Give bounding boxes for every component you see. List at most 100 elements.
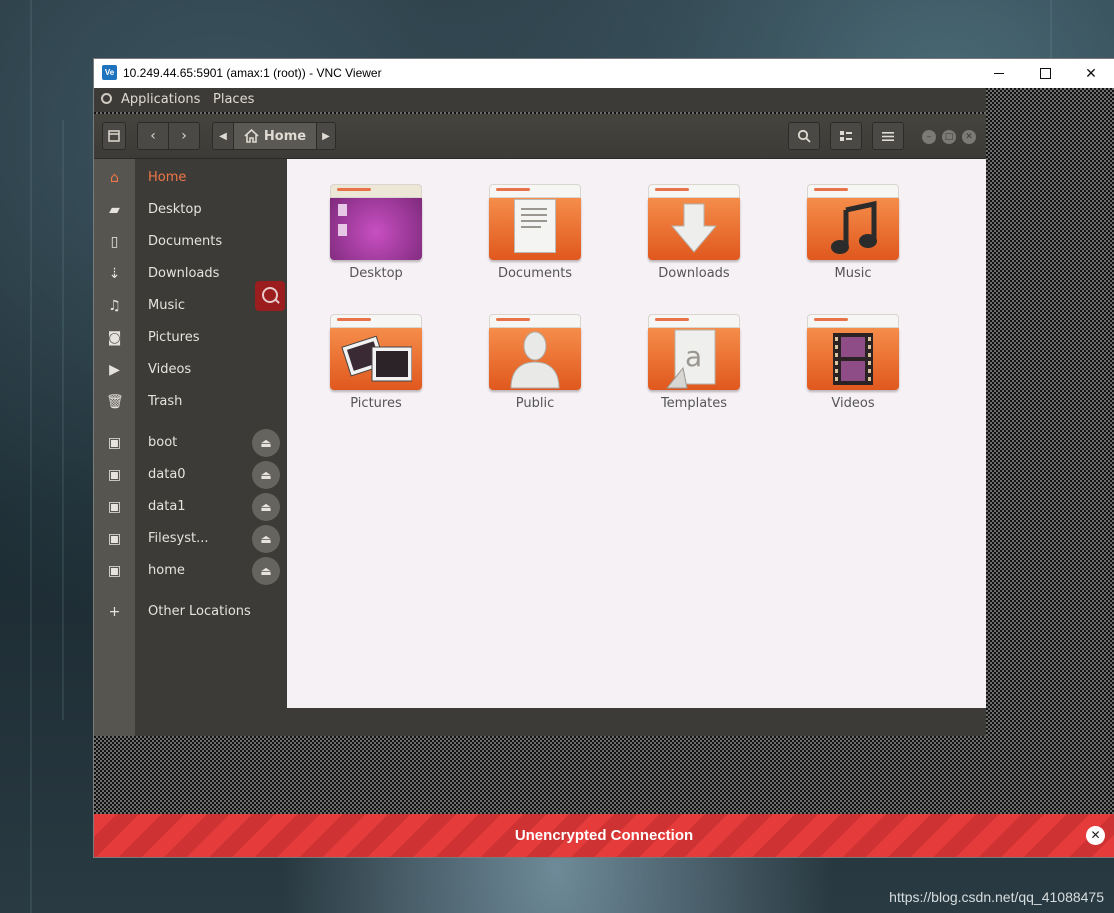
sidebar-item-drive-home[interactable]: ▣ home ⏏ <box>94 555 286 587</box>
sidebar-item-drive-boot[interactable]: ▣ boot ⏏ <box>94 427 286 459</box>
window-title: 10.249.44.65:5901 (amax:1 (root)) - VNC … <box>123 66 382 80</box>
maximize-button[interactable] <box>1022 59 1068 88</box>
minimize-button[interactable] <box>976 59 1022 88</box>
drive-icon: ▣ <box>107 467 122 483</box>
path-scroll-left-button[interactable]: ◀ <box>212 122 234 150</box>
ubuntu-top-panel: Applications Places <box>94 88 986 112</box>
download-icon: ⇣ <box>108 266 121 282</box>
sidebar-item-label: home <box>148 563 185 578</box>
file-name: Pictures <box>350 396 402 411</box>
chevron-right-icon: › <box>181 128 187 144</box>
list-view-icon <box>840 131 852 141</box>
sidebar-item-label: Documents <box>148 234 223 249</box>
sidebar-item-label: Trash <box>148 394 183 409</box>
search-button[interactable] <box>788 122 820 150</box>
eject-button[interactable]: ⏏ <box>252 493 280 521</box>
file-name: Desktop <box>349 266 403 281</box>
view-options-button[interactable] <box>830 122 862 150</box>
file-item-music[interactable]: Music <box>798 184 908 304</box>
file-name: Downloads <box>658 266 730 281</box>
video-icon: ▶ <box>109 362 120 378</box>
sidebar-item-home[interactable]: ⌂ Home <box>94 162 286 194</box>
folder-videos-icon <box>807 314 899 390</box>
music-icon: ♫ <box>108 298 121 314</box>
remote-desktop-view[interactable]: Applications Places ‹ › ◀ Home ▶ – □ ✕ ⌂… <box>94 88 1114 814</box>
vnc-titlebar[interactable]: Ve 10.249.44.65:5901 (amax:1 (root)) - V… <box>94 59 1114 88</box>
triangle-left-icon: ◀ <box>219 130 227 142</box>
forward-button[interactable]: › <box>168 122 200 150</box>
vnc-viewer-window: Ve 10.249.44.65:5901 (amax:1 (root)) - V… <box>94 59 1114 857</box>
places-menu[interactable]: Places <box>213 92 254 107</box>
banner-close-icon[interactable]: ✕ <box>1086 826 1105 845</box>
floating-search-button[interactable] <box>255 281 285 311</box>
sidebar-item-label: data1 <box>148 499 186 514</box>
path-home-button[interactable]: Home <box>233 122 317 150</box>
sidebar-item-label: boot <box>148 435 178 450</box>
svg-text:a: a <box>685 340 702 373</box>
eject-button[interactable]: ⏏ <box>252 429 280 457</box>
drive-icon: ▣ <box>107 435 122 451</box>
sidebar-item-label: Videos <box>148 362 192 377</box>
sidebar-item-label: data0 <box>148 467 186 482</box>
search-icon-handle <box>274 298 280 304</box>
sidebar-item-label: Home <box>148 170 187 185</box>
window-minimize-icon[interactable]: – <box>922 130 936 144</box>
sidebar-icon <box>108 130 120 142</box>
hamburger-icon <box>882 131 894 141</box>
file-item-pictures[interactable]: Pictures <box>321 314 431 434</box>
sidebar-item-documents[interactable]: ▯ Documents <box>94 226 286 258</box>
sidebar-toggle-button[interactable] <box>102 122 126 150</box>
window-maximize-icon[interactable]: □ <box>942 130 956 144</box>
close-button[interactable]: ✕ <box>1068 59 1114 88</box>
sidebar-item-desktop[interactable]: ▰ Desktop <box>94 194 286 226</box>
sidebar-item-drive-data0[interactable]: ▣ data0 ⏏ <box>94 459 286 491</box>
window-close-icon[interactable]: ✕ <box>962 130 976 144</box>
sidebar-item-videos[interactable]: ▶ Videos <box>94 354 286 386</box>
hamburger-menu-button[interactable] <box>872 122 904 150</box>
vnc-app-icon[interactable]: Ve <box>102 65 117 80</box>
path-scroll-right-button[interactable]: ▶ <box>316 122 336 150</box>
eject-button[interactable]: ⏏ <box>252 557 280 585</box>
search-icon <box>797 129 811 143</box>
camera-icon: ◙ <box>107 330 122 346</box>
sidebar-item-label: Downloads <box>148 266 220 281</box>
banner-message: Unencrypted Connection <box>514 827 694 844</box>
file-item-documents[interactable]: Documents <box>480 184 590 304</box>
sidebar-item-trash[interactable]: 🗑 Trash <box>94 386 286 418</box>
file-item-downloads[interactable]: Downloads <box>639 184 749 304</box>
file-item-public[interactable]: Public <box>480 314 590 434</box>
header-bar: ‹ › ◀ Home ▶ – □ ✕ <box>94 114 986 159</box>
close-icon: ✕ <box>1085 65 1097 82</box>
home-icon: ⌂ <box>110 170 119 186</box>
sidebar-item-label: Desktop <box>148 202 202 217</box>
drive-icon: ▣ <box>107 563 122 579</box>
watermark-text: https://blog.csdn.net/qq_41088475 <box>889 889 1104 905</box>
file-item-videos[interactable]: Videos <box>798 314 908 434</box>
drive-icon: ▣ <box>107 499 122 515</box>
sidebar-item-pictures[interactable]: ◙ Pictures <box>94 322 286 354</box>
ubuntu-logo-icon <box>101 93 112 104</box>
back-button[interactable]: ‹ <box>137 122 169 150</box>
file-name: Videos <box>831 396 875 411</box>
unencrypted-connection-banner: Unencrypted Connection ✕ <box>94 814 1114 857</box>
file-item-desktop[interactable]: Desktop <box>321 184 431 304</box>
eject-button[interactable]: ⏏ <box>252 525 280 553</box>
desktop-icon: ▰ <box>109 202 120 218</box>
maximize-icon <box>1039 68 1051 79</box>
sidebar-item-drive-filesystem[interactable]: ▣ Filesyst... ⏏ <box>94 523 286 555</box>
plus-icon: + <box>108 604 121 620</box>
sidebar-item-other-locations[interactable]: + Other Locations <box>94 596 286 628</box>
folder-downloads-icon <box>648 184 740 260</box>
folder-pictures-icon <box>330 314 422 390</box>
folder-desktop-icon <box>330 184 422 260</box>
chevron-left-icon: ‹ <box>150 128 156 144</box>
file-icon-view[interactable]: Desktop Documents Downloads Music Pictur… <box>287 159 986 708</box>
folder-templates-icon: a <box>648 314 740 390</box>
folder-public-icon <box>489 314 581 390</box>
file-item-templates[interactable]: a Templates <box>639 314 749 434</box>
sidebar-item-drive-data1[interactable]: ▣ data1 ⏏ <box>94 491 286 523</box>
sidebar-item-label: Pictures <box>148 330 200 345</box>
applications-menu[interactable]: Applications <box>121 92 200 107</box>
places-sidebar: ⌂ Home ▰ Desktop ▯ Documents ⇣ Downloads… <box>94 159 286 736</box>
eject-button[interactable]: ⏏ <box>252 461 280 489</box>
